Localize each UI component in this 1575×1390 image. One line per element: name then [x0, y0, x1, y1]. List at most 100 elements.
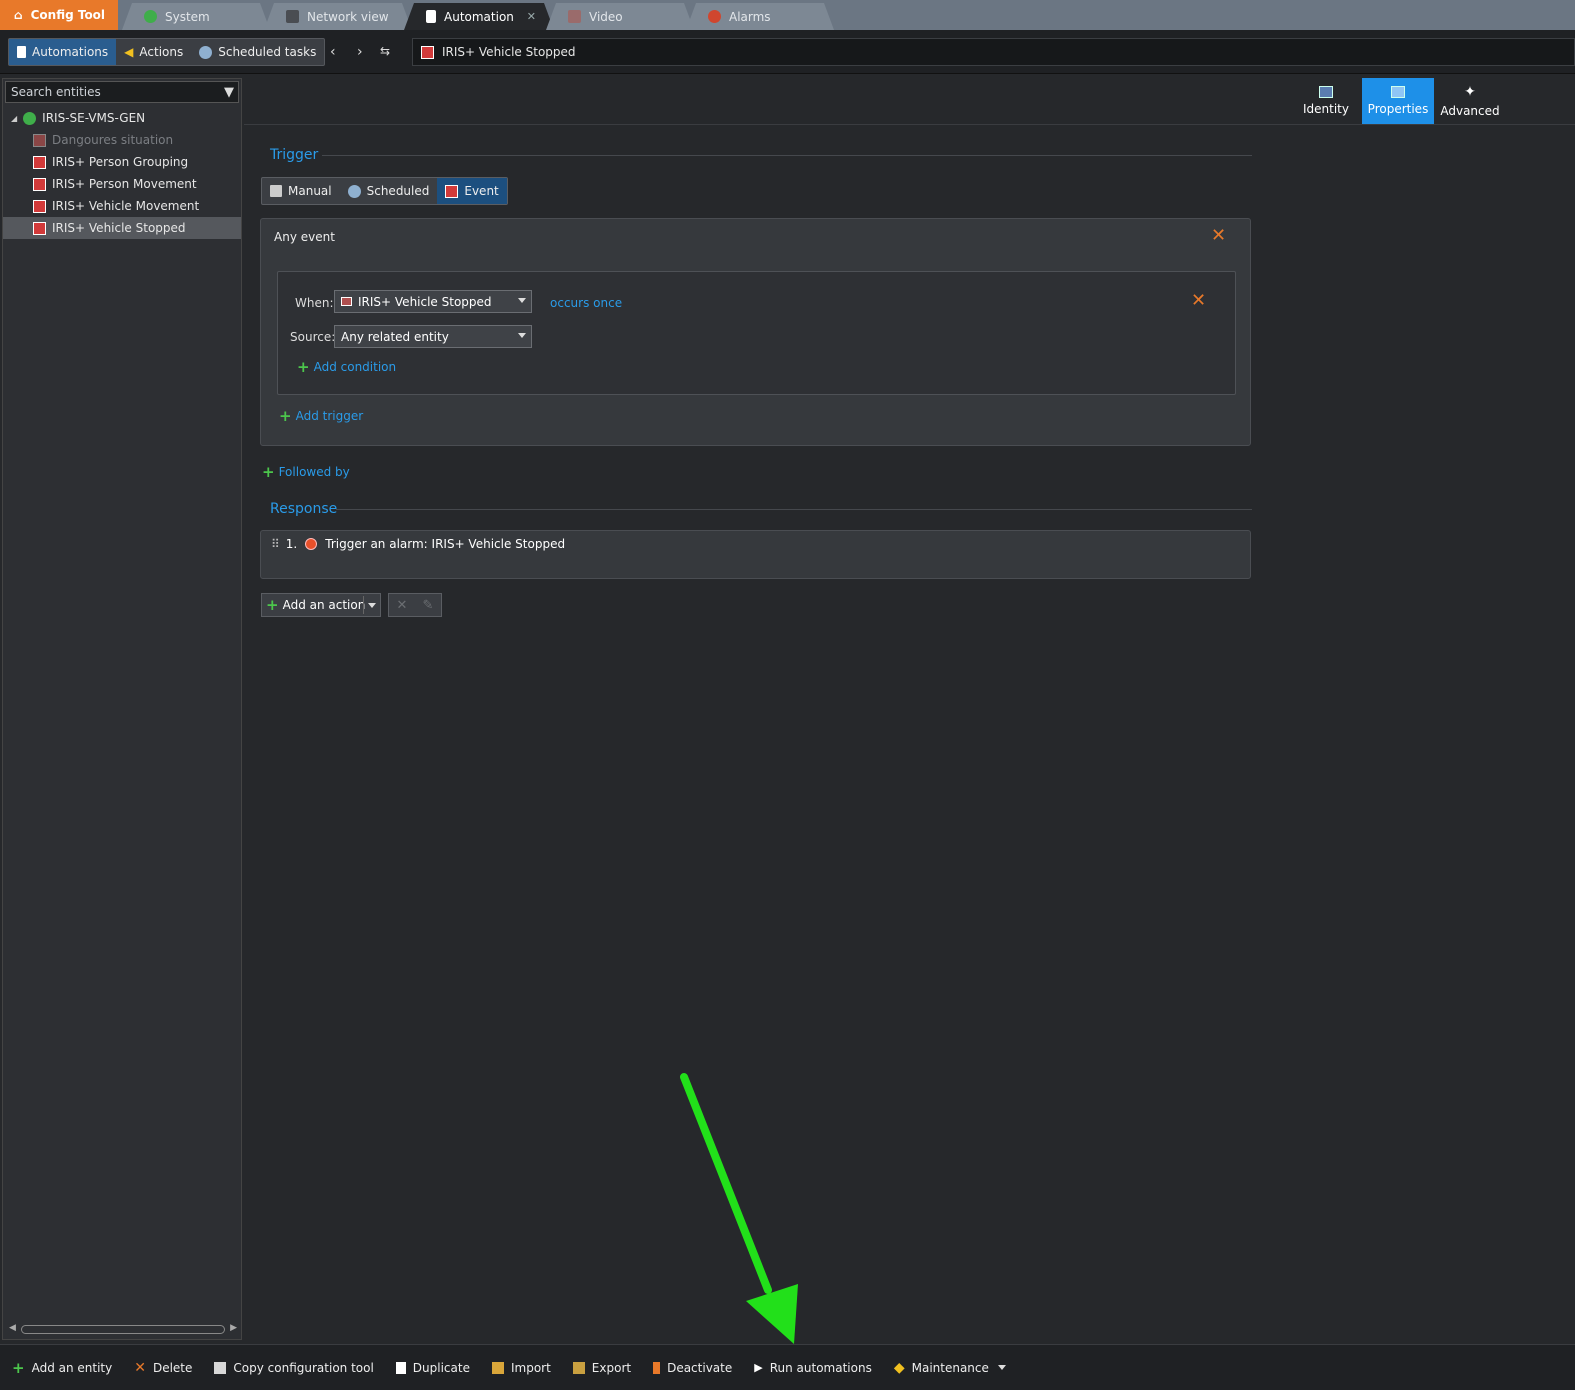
tree-item-label: IRIS+ Person Movement [52, 177, 197, 191]
source-dropdown[interactable]: Any related entity [334, 325, 532, 348]
occurs-once-link[interactable]: occurs once [550, 296, 622, 310]
close-icon[interactable]: ✕ [527, 10, 536, 23]
advanced-icon: ✦ [1464, 84, 1476, 100]
tab-video-label: Video [589, 9, 623, 24]
add-action-label: Add an action [282, 598, 366, 612]
remove-condition-close-icon[interactable]: ✕ [1191, 290, 1206, 311]
scheduled-label: Scheduled [366, 184, 430, 198]
system-icon [144, 10, 157, 23]
identity-icon [1319, 86, 1333, 98]
followed-by-link[interactable]: + Followed by [262, 463, 350, 481]
video-icon [568, 10, 581, 23]
manual-label: Manual [288, 184, 332, 198]
add-trigger-label: Add trigger [295, 409, 364, 423]
add-condition-link[interactable]: + Add condition [297, 358, 396, 376]
scroll-left-icon[interactable]: ◀ [9, 1323, 16, 1333]
scheduled-tasks-button[interactable]: Scheduled tasks [191, 39, 324, 65]
home-icon: ⌂ [14, 8, 23, 22]
breadcrumb: IRIS+ Vehicle Stopped [412, 38, 1575, 66]
event-type-dropdown[interactable]: IRIS+ Vehicle Stopped [334, 290, 532, 313]
page-tabs: Identity Properties ✦ Advanced [1290, 78, 1506, 124]
tab-identity[interactable]: Identity [1290, 78, 1362, 124]
export-button[interactable]: Export [572, 1360, 632, 1375]
copy-icon [214, 1361, 227, 1374]
automation-entity-icon [33, 199, 46, 213]
search-entities-input[interactable]: Search entities ▼ [5, 81, 239, 103]
alarm-icon [708, 10, 721, 23]
event-mode-button[interactable]: Event [437, 178, 507, 204]
automations-label: Automations [32, 45, 109, 59]
import-button[interactable]: Import [491, 1360, 551, 1375]
hand-icon [270, 185, 282, 197]
tab-alarms[interactable]: Alarms [686, 3, 834, 30]
tree-item-label: IRIS+ Vehicle Movement [52, 199, 200, 213]
copy-config-label: Copy configuration tool [233, 1360, 374, 1375]
tree-item-person-movement[interactable]: IRIS+ Person Movement [3, 173, 241, 195]
add-trigger-link[interactable]: + Add trigger [279, 407, 363, 425]
tab-automation[interactable]: Automation ✕ [404, 3, 554, 30]
horizontal-scrollbar[interactable]: ◀ ▶ [9, 1323, 237, 1335]
arrow-head [746, 1284, 798, 1344]
tree-item-vehicle-movement[interactable]: IRIS+ Vehicle Movement [3, 195, 241, 217]
event-type-icon [341, 297, 352, 306]
run-automations-button[interactable]: ▶ Run automations [754, 1361, 872, 1375]
automation-entity-icon [33, 221, 46, 235]
maintenance-button[interactable]: ◆ Maintenance [894, 1360, 1006, 1376]
maintenance-label: Maintenance [911, 1360, 989, 1375]
actions-button[interactable]: ◀ Actions [116, 39, 191, 65]
automations-button[interactable]: Automations [9, 39, 117, 65]
edit-action-icon: ✎ [422, 597, 434, 613]
filter-icon[interactable]: ▼ [224, 85, 234, 100]
import-label: Import [510, 1360, 551, 1375]
tree-item-vehicle-stopped[interactable]: IRIS+ Vehicle Stopped [3, 217, 241, 239]
source-value: Any related entity [341, 329, 449, 344]
network-icon [286, 10, 299, 23]
export-label: Export [591, 1360, 632, 1375]
expand-triangle-icon[interactable]: ◢ [11, 114, 17, 123]
tree-item-person-grouping[interactable]: IRIS+ Person Grouping [3, 151, 241, 173]
back-icon[interactable]: ‹ [330, 44, 336, 60]
app-title: Config Tool [30, 8, 106, 22]
response-item[interactable]: ⠿ 1. Trigger an alarm: IRIS+ Vehicle Sto… [271, 537, 565, 551]
copy-configuration-tool-button[interactable]: Copy configuration tool [214, 1360, 374, 1375]
add-entity-button[interactable]: + Add an entity [12, 1359, 112, 1377]
workspace-tab-strip: ⌂ Config Tool System Network view Automa… [0, 0, 1575, 30]
tree-item-label: IRIS+ Person Grouping [52, 155, 189, 169]
plus-icon: + [266, 596, 279, 614]
automation-entity-icon [33, 133, 46, 147]
play-icon: ▶ [754, 1361, 763, 1374]
scheduled-mode-button[interactable]: Scheduled [340, 178, 438, 204]
deactivate-label: Deactivate [667, 1360, 733, 1375]
arrow-shaft [680, 1073, 772, 1294]
forward-icon[interactable]: › [357, 44, 363, 60]
delete-label: Delete [152, 1360, 193, 1375]
tab-properties[interactable]: Properties [1362, 78, 1434, 124]
delete-icon: ✕ [134, 1359, 146, 1376]
response-item-number: 1. [285, 537, 298, 551]
manual-mode-button[interactable]: Manual [262, 178, 340, 204]
tab-video[interactable]: Video [546, 3, 694, 30]
scroll-right-icon[interactable]: ▶ [230, 1323, 237, 1333]
tab-advanced[interactable]: ✦ Advanced [1434, 78, 1506, 124]
alarm-icon [305, 538, 318, 550]
drag-handle-icon[interactable]: ⠿ [271, 537, 280, 551]
tree-root-node[interactable]: ◢ IRIS-SE-VMS-GEN [11, 109, 145, 127]
duplicate-button[interactable]: Duplicate [395, 1361, 470, 1375]
goto-icon[interactable]: ⇆ [380, 44, 390, 58]
config-tool-app-tab[interactable]: ⌂ Config Tool [0, 0, 118, 30]
split-divider [363, 596, 364, 614]
deactivate-button[interactable]: Deactivate [653, 1361, 732, 1375]
response-list: ⠿ 1. Trigger an alarm: IRIS+ Vehicle Sto… [260, 530, 1251, 579]
delete-button[interactable]: ✕ Delete [134, 1360, 192, 1376]
delete-action-icon: ✕ [396, 597, 408, 613]
tree-item-dangoures-situation[interactable]: Dangoures situation [3, 129, 241, 151]
dropdown-arrow-icon[interactable] [368, 603, 376, 608]
add-action-button[interactable]: + Add an action [261, 593, 381, 617]
tab-system[interactable]: System [122, 3, 270, 30]
scroll-thumb[interactable] [21, 1325, 225, 1334]
automation-entity-icon [33, 155, 46, 169]
response-item-text: Trigger an alarm: IRIS+ Vehicle Stopped [325, 537, 566, 551]
dropdown-arrow-icon [518, 333, 526, 338]
tab-network-view[interactable]: Network view [264, 3, 412, 30]
remove-event-close-icon[interactable]: ✕ [1211, 225, 1226, 246]
